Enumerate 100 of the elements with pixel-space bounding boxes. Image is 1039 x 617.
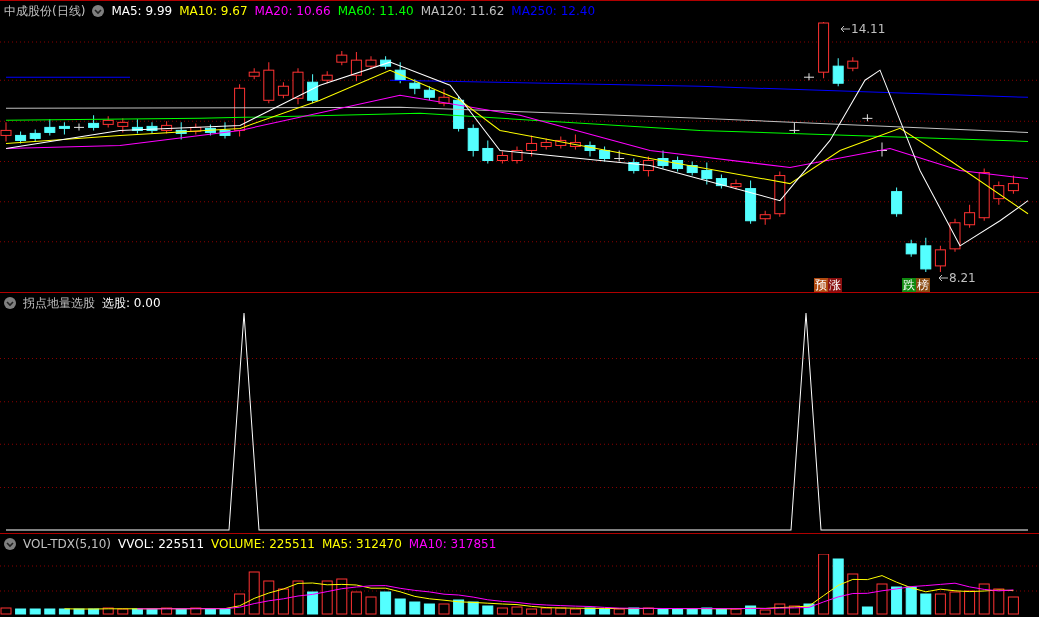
candlestick (642, 156, 654, 178)
volume-bar (321, 580, 333, 615)
volume-bar (146, 608, 158, 615)
candlestick (453, 95, 465, 132)
candlestick (117, 117, 129, 133)
indicator-value: VOLUME: 225511 (211, 537, 315, 551)
candlestick (467, 123, 479, 157)
volume-bar (540, 607, 552, 615)
volume-bar (657, 608, 669, 615)
volume-bar (438, 603, 450, 615)
indicator-value: MA5: 312470 (321, 537, 402, 551)
candlestick (380, 55, 392, 70)
volume-bar (949, 591, 961, 615)
volume-bar (993, 588, 1005, 615)
volume-bar (292, 580, 304, 615)
candlestick (175, 121, 187, 140)
volume-bar (336, 578, 348, 615)
volume-bar (920, 593, 932, 615)
candlestick (686, 161, 698, 177)
indicator-value: MA5: 9.99 (111, 4, 173, 18)
volume-bar (307, 591, 319, 615)
candlestick (657, 150, 669, 170)
volume-bar (1007, 596, 1019, 615)
volume-bar (409, 601, 421, 615)
volume-bar (613, 608, 625, 615)
candlestick (847, 56, 859, 72)
candlestick (131, 118, 143, 134)
collapse-chevron-icon[interactable] (4, 297, 16, 309)
candlestick (774, 171, 786, 218)
candlestick (599, 145, 611, 162)
volume-bar (204, 608, 216, 615)
candlestick (102, 115, 114, 128)
volume-bar (380, 591, 392, 615)
candlestick (715, 174, 727, 190)
candlestick (350, 51, 362, 82)
candlestick (263, 61, 275, 104)
candlestick (146, 121, 158, 134)
panel-title: 拐点地量选股 (23, 294, 95, 312)
indicator-value: 选股: 0.00 (102, 294, 161, 312)
candlestick (555, 135, 567, 149)
volume-bar (277, 588, 289, 615)
indicator-value: VVOL: 225511 (118, 537, 205, 551)
signal-tag: 预 (814, 278, 828, 292)
candlestick (672, 156, 684, 173)
candlestick (58, 121, 70, 135)
volume-bar (803, 603, 815, 615)
candlestick (701, 162, 713, 186)
candlestick (0, 121, 12, 142)
volume-bar (686, 608, 698, 615)
volume-bar (555, 607, 567, 615)
volume-bar (263, 580, 275, 615)
candlestick (73, 122, 85, 131)
volume-bar (117, 608, 129, 615)
volume-bar (599, 608, 611, 615)
candlestick (818, 21, 830, 79)
candlestick (905, 239, 917, 258)
volume-bar (350, 591, 362, 615)
candlestick (307, 73, 319, 104)
price-annotation: 14.11 (851, 22, 886, 36)
candlestick (248, 67, 260, 80)
price-annotation: 8.21 (949, 271, 976, 285)
volume-bar (102, 607, 114, 615)
volume-bar (190, 607, 202, 615)
candlestick (423, 85, 435, 101)
volume-bar (467, 601, 479, 615)
candlestick (964, 204, 976, 229)
candlestick (277, 81, 289, 99)
volume-bar (891, 586, 903, 615)
candlestick (788, 121, 800, 134)
indicator-value: MA60: 11.40 (337, 4, 414, 18)
volume-bar (58, 608, 70, 615)
volume-bar (818, 554, 830, 615)
signal-tag: 涨 (828, 278, 842, 292)
volume-bar (759, 609, 771, 615)
volume-bar (482, 605, 494, 615)
volume-bar (88, 608, 100, 615)
candlestick (336, 50, 348, 66)
candlestick (44, 118, 56, 136)
volume-bar (861, 606, 873, 615)
signal-tag: 榜 (916, 278, 930, 292)
volume-bar (832, 558, 844, 615)
candlestick (730, 179, 742, 191)
indicator-value: MA10: 9.67 (179, 4, 248, 18)
volume-bar (161, 607, 173, 615)
left-arrow-icon (840, 25, 850, 33)
candlestick (978, 168, 990, 222)
candlestick (161, 120, 173, 134)
collapse-chevron-icon[interactable] (4, 538, 16, 550)
volume-bar (672, 608, 684, 615)
candlestick (511, 145, 523, 165)
collapse-chevron-icon[interactable] (92, 5, 105, 17)
volume-bar (0, 607, 12, 615)
candlestick (803, 72, 815, 81)
volume-bar (569, 608, 581, 615)
volume-bar (248, 571, 260, 615)
signal-tag: 跌 (902, 278, 916, 292)
candlestick (920, 237, 932, 273)
candlestick (204, 123, 216, 136)
candlestick (1007, 175, 1019, 195)
indicator-value: MA250: 12.40 (511, 4, 596, 18)
